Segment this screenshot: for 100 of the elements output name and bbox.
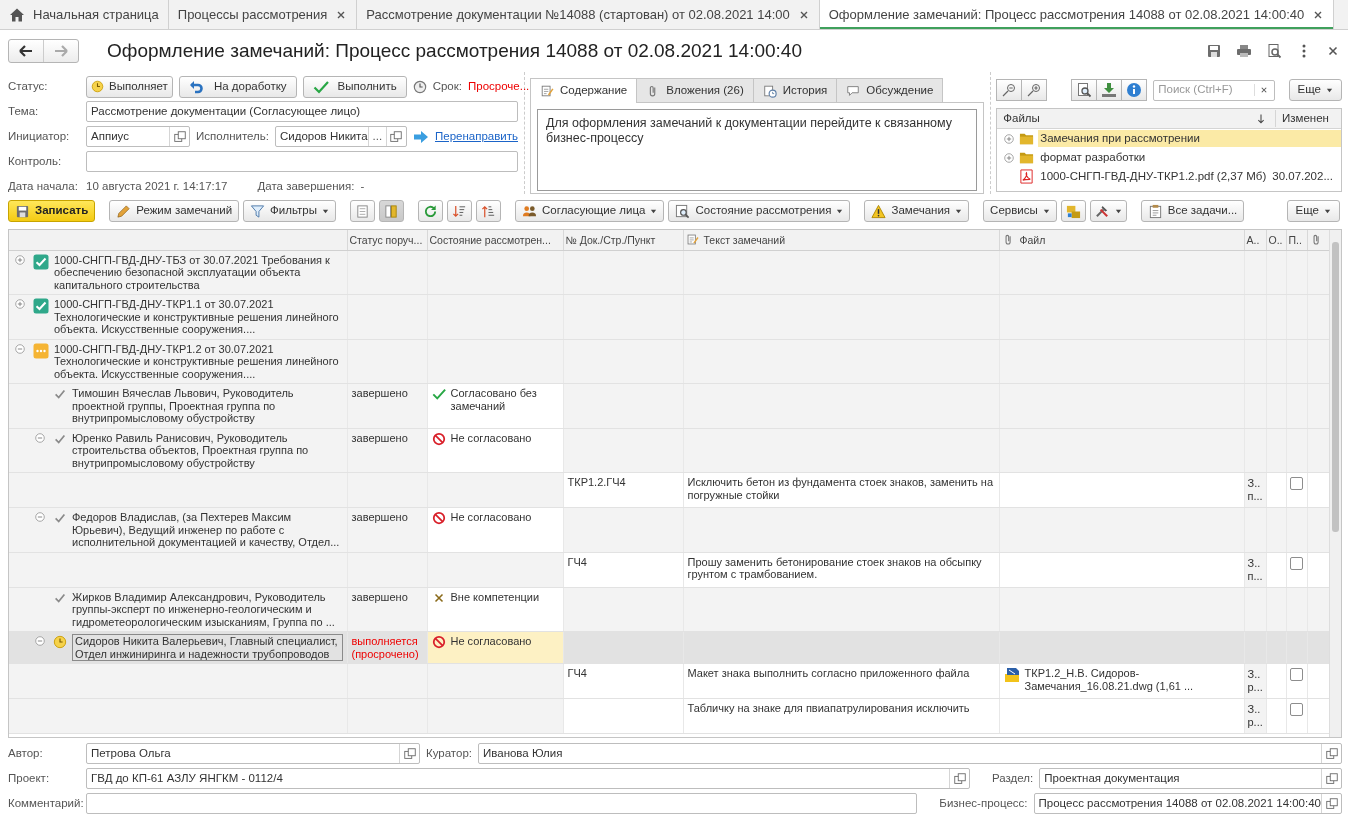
zoom-out-icon xyxy=(1001,82,1018,98)
initiator-field[interactable]: Аппиус xyxy=(86,126,191,147)
open-button[interactable] xyxy=(952,771,967,786)
status-button[interactable]: Выполняет xyxy=(86,75,173,98)
file-link[interactable]: ТКР1.2_Н.В. Сидоров-Замечания_16.08.21.dwg (1,61 ... xyxy=(1024,667,1240,692)
column-header[interactable]: Файлы xyxy=(997,109,1255,128)
checkbox[interactable] xyxy=(1289,668,1303,681)
tab[interactable]: Вложения (26) xyxy=(636,78,754,103)
download-button[interactable] xyxy=(1097,79,1123,101)
tab[interactable]: Оформление замечаний: Процесс рассмотрения 14088 от 02.08.2021 14:00:40 xyxy=(819,0,1335,29)
toolbar-icon-button[interactable] xyxy=(1089,200,1127,222)
collapse-icon[interactable] xyxy=(34,431,46,444)
collapse-icon[interactable] xyxy=(34,635,46,647)
column-header[interactable]: Текст замечаний xyxy=(683,230,999,250)
tab[interactable]: История xyxy=(752,78,838,103)
curator-field[interactable]: Иванова Юлия xyxy=(478,743,1342,764)
column-header[interactable]: Изменен xyxy=(1275,109,1341,128)
toolbar-icon-button[interactable] xyxy=(476,200,501,222)
tab[interactable]: Рассмотрение документации №14088 (стартован) от 02.08.2021 14:00 xyxy=(357,0,820,29)
file-name[interactable]: формат разработки xyxy=(1038,148,1341,167)
toolbar-button[interactable]: Записать xyxy=(8,200,96,222)
expand-icon[interactable] xyxy=(14,298,26,310)
toolbar-icon-button[interactable] xyxy=(418,200,443,222)
toolbar-button[interactable]: Фильтры xyxy=(243,200,336,222)
toolbar-button[interactable]: Сервисы xyxy=(983,200,1057,222)
print-icon[interactable] xyxy=(1236,43,1252,59)
open-button[interactable] xyxy=(1324,771,1339,786)
zoom-in-icon xyxy=(1026,82,1043,98)
remark-text[interactable]: Макет знака выполнить согласно приложенного файла xyxy=(687,667,995,680)
tab[interactable]: Обсуждение xyxy=(836,78,944,103)
subject-field[interactable]: Рассмотрение документации (Согласующее лицо) xyxy=(86,101,518,122)
open-button[interactable] xyxy=(1324,746,1339,761)
speech-bubble-icon xyxy=(846,83,861,98)
executor-field[interactable]: Сидоров Никита ... xyxy=(275,126,407,147)
clock-icon xyxy=(91,80,104,93)
approver-name[interactable]: Сидоров Никита Валерьевич, Главный специалист, Отдел инжиниринга и надежности трубопроводов xyxy=(72,634,343,661)
control-field[interactable] xyxy=(86,151,518,172)
collapse-icon[interactable] xyxy=(34,511,46,523)
comment-field[interactable] xyxy=(86,793,918,814)
toolbar-button[interactable]: Замечания xyxy=(864,200,970,222)
review-state: Согласовано без замечаний xyxy=(450,387,538,412)
status-text: завершено xyxy=(351,590,409,603)
checkbox[interactable] xyxy=(1289,703,1303,716)
tab[interactable]: Содержание xyxy=(530,78,638,104)
scrollbar[interactable] xyxy=(1329,230,1341,737)
toolbar-icon-button[interactable] xyxy=(379,200,404,222)
field-label: Срок: xyxy=(432,78,462,94)
redirect-link[interactable]: Перенаправить xyxy=(435,127,518,146)
remark-text[interactable]: Табличку на знаке для пвиапатрулирования исключить xyxy=(687,702,995,715)
section-field[interactable]: Проектная документация xyxy=(1039,768,1342,789)
remark-text[interactable]: Прошу заменить бетонирование стоек знаков на обсыпку грунтом с трамбованием. xyxy=(687,555,995,581)
tab[interactable]: Начальная страница xyxy=(0,0,169,29)
column-header[interactable]: Статус поруч... xyxy=(347,230,427,250)
zoom-in-button[interactable] xyxy=(1022,79,1048,101)
toolbar-button[interactable]: Режим замечаний xyxy=(109,200,240,222)
download-icon xyxy=(1101,82,1118,98)
column-header[interactable] xyxy=(1307,230,1329,250)
toolbar-icon-button[interactable] xyxy=(447,200,472,222)
toolbar-button[interactable]: Состояние рассмотрения xyxy=(668,200,851,222)
tab[interactable]: Процессы рассмотрения xyxy=(168,0,358,29)
warning-icon xyxy=(871,203,887,219)
column-header[interactable]: А.. xyxy=(1244,230,1266,250)
file-name[interactable]: 1000-СНГП-ГВД-ДНУ-ТКР1.2.pdf (2,37 Мб) xyxy=(1038,167,1269,186)
remark-text[interactable]: Исключить бетон из фундамента стоек знаков, заменить на погружные стойки xyxy=(687,476,995,501)
column-header[interactable]: Состояние рассмотрен... xyxy=(427,230,563,250)
open-button[interactable] xyxy=(402,746,417,761)
open-button[interactable] xyxy=(1324,796,1339,811)
checkbox[interactable] xyxy=(1289,556,1303,570)
column-header[interactable]: О.. xyxy=(1266,230,1286,250)
toolbar-button[interactable]: Согласующие лица xyxy=(515,200,665,222)
expand-icon[interactable] xyxy=(1003,151,1016,164)
collapse-icon[interactable] xyxy=(14,342,26,355)
business-process-field[interactable]: Процесс рассмотрения 14088 от 02.08.2021 14:00:40 xyxy=(1033,793,1342,814)
save-icon[interactable] xyxy=(1206,43,1222,59)
modified-date: 30.07.202... xyxy=(1272,168,1333,184)
preview-icon[interactable] xyxy=(1266,43,1282,59)
action-button[interactable]: На доработку xyxy=(178,75,297,98)
preview-button[interactable] xyxy=(1071,79,1098,101)
action-button[interactable]: Выполнить xyxy=(302,75,407,98)
expand-icon[interactable] xyxy=(14,253,26,266)
zoom-out-button[interactable] xyxy=(996,79,1023,101)
column-header[interactable]: П.. xyxy=(1286,230,1307,250)
column-header[interactable]: № Док./Стр./Пункт xyxy=(563,230,683,250)
author-field[interactable]: Петрова Ольга xyxy=(86,743,420,764)
file-name[interactable]: Замечания при рассмотрении xyxy=(1038,129,1341,148)
column-header[interactable]: Файл xyxy=(999,230,1244,250)
field-label: Автор: xyxy=(8,745,44,761)
info-button[interactable] xyxy=(1122,79,1148,101)
open-button[interactable] xyxy=(389,129,404,144)
expand-icon[interactable] xyxy=(1003,132,1016,145)
field-label: Статус: xyxy=(8,78,49,94)
open-button[interactable] xyxy=(172,129,187,144)
more-button[interactable]: Еще xyxy=(1288,79,1342,101)
checkbox[interactable] xyxy=(1289,477,1303,490)
project-field[interactable]: ГВД до КП-61 АЗЛУ ЯНГКМ - 0112/4 xyxy=(86,768,970,789)
more-button[interactable]: Еще xyxy=(1286,200,1340,222)
choice-button[interactable]: ... xyxy=(367,127,386,146)
close-icon[interactable] xyxy=(1326,44,1340,58)
toolbar-button[interactable]: Все задачи... xyxy=(1140,200,1245,222)
toolbar-icon-button[interactable] xyxy=(1060,200,1086,222)
